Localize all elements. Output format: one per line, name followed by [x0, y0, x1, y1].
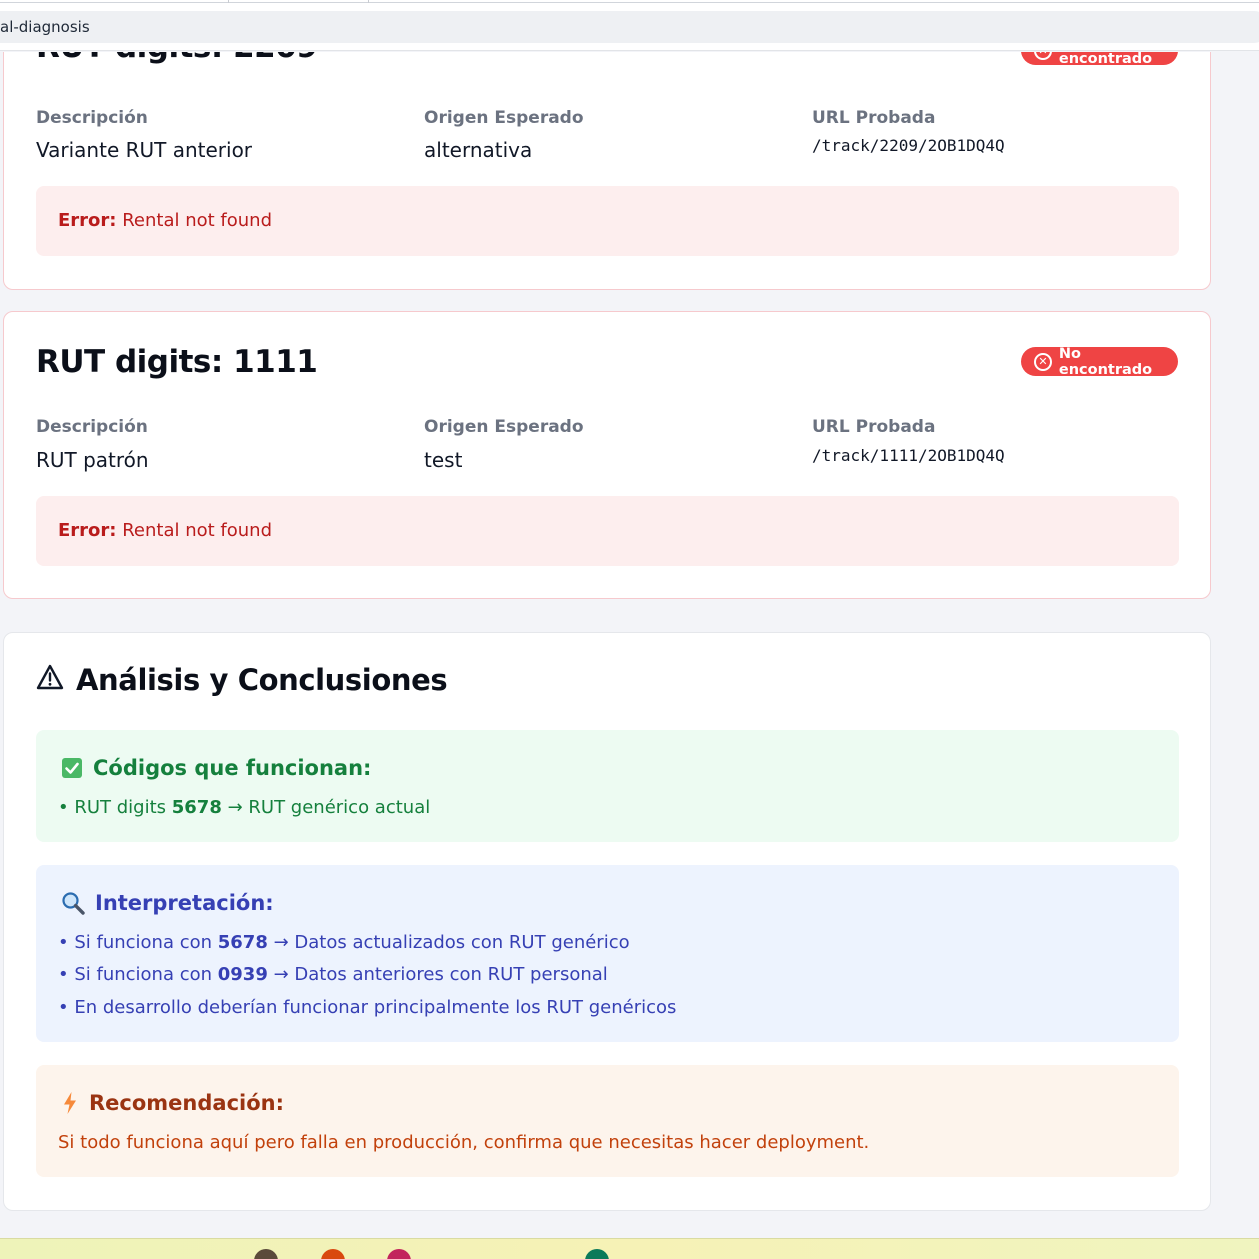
page-viewport: RUT digits: 2209 ✕ No encontrado Descrip…: [0, 52, 1259, 1238]
origin-label: Origen Esperado: [424, 108, 584, 128]
status-badge-label: No encontrado: [1058, 52, 1153, 67]
list-item-code: 5678: [171, 797, 222, 818]
url-label: URL Probada: [812, 108, 936, 128]
error-label: Error:: [58, 520, 117, 541]
recommendation-text: Si todo funciona aquí pero falla en prod…: [58, 1132, 870, 1153]
list-item: • Si funciona con 5678 → Datos actualiza…: [58, 932, 630, 953]
working-codes-title: Códigos que funcionan:: [61, 756, 371, 780]
status-badge: ✕ No encontrado: [1021, 345, 1178, 378]
description-value: RUT patrón: [36, 448, 149, 472]
list-item-suffix: → RUT genérico actual: [221, 797, 431, 818]
card-title: RUT digits: 1111: [36, 344, 318, 380]
list-item-code: 5678: [217, 932, 268, 953]
list-item-prefix: • Si funciona con: [58, 932, 218, 953]
error-text: Rental not found: [116, 520, 273, 541]
origin-value: test: [424, 448, 463, 472]
list-item-prefix: • En desarrollo deberían funcionar princ…: [58, 997, 677, 1018]
status-badge: ✕ No encontrado: [1021, 52, 1178, 67]
analysis-card: Análisis y Conclusiones Códigos que func…: [3, 632, 1211, 1211]
list-item-suffix: → Datos anteriores con RUT personal: [267, 964, 608, 985]
error-box: Error: Rental not found: [36, 186, 1179, 256]
error-box: Error: Rental not found: [36, 496, 1179, 566]
test-card: RUT digits: 1111 ✕ No encontrado Descrip…: [3, 311, 1211, 599]
browser-address-bar: al-diagnosis: [0, 3, 1259, 51]
test-card: RUT digits: 2209 ✕ No encontrado Descrip…: [3, 52, 1211, 290]
taskbar-app-icon[interactable]: [321, 1249, 345, 1259]
url-value: /track/2209/2OB1DQ4Q: [812, 136, 1005, 155]
recommendation-title: Recomendación:: [61, 1091, 284, 1115]
working-codes-panel: Códigos que funcionan: • RUT digits 5678…: [36, 730, 1179, 842]
recommendation-title-text: Recomendación:: [89, 1091, 284, 1115]
url-label: URL Probada: [812, 417, 936, 437]
error-text: Rental not found: [116, 210, 273, 231]
analysis-title: Análisis y Conclusiones: [36, 663, 448, 697]
list-item: • RUT digits 5678 → RUT genérico actual: [58, 797, 430, 818]
list-item: • Si funciona con 0939 → Datos anteriore…: [58, 964, 608, 985]
interpretation-title: Interpretación:: [61, 891, 274, 915]
list-item-prefix: • Si funciona con: [58, 964, 218, 985]
taskbar-app-icon[interactable]: [254, 1249, 278, 1259]
taskbar: [0, 1238, 1259, 1259]
lightning-icon: [61, 1091, 79, 1115]
list-item-prefix: • RUT digits: [58, 797, 172, 818]
warning-icon: [36, 663, 64, 697]
description-label: Descripción: [36, 108, 148, 128]
magnifier-icon: [61, 891, 85, 915]
url-value: /track/1111/2OB1DQ4Q: [812, 446, 1005, 465]
circle-x-icon: ✕: [1034, 352, 1052, 371]
analysis-title-text: Análisis y Conclusiones: [76, 663, 448, 697]
status-badge-label: No encontrado: [1058, 345, 1153, 378]
taskbar-app-icon[interactable]: [585, 1249, 609, 1259]
error-label: Error:: [58, 210, 117, 231]
origin-value: alternativa: [424, 138, 533, 162]
list-item-suffix: → Datos actualizados con RUT genérico: [267, 932, 630, 953]
url-field[interactable]: al-diagnosis: [0, 11, 1259, 43]
interpretation-panel: Interpretación: • Si funciona con 5678 →…: [36, 865, 1179, 1042]
list-item: • En desarrollo deberían funcionar princ…: [58, 997, 676, 1018]
card-title: RUT digits: 2209: [36, 52, 318, 65]
recommendation-panel: Recomendación: Si todo funciona aquí per…: [36, 1065, 1179, 1177]
taskbar-app-icon[interactable]: [387, 1249, 411, 1259]
interpretation-title-text: Interpretación:: [95, 891, 274, 915]
origin-label: Origen Esperado: [424, 417, 584, 437]
description-label: Descripción: [36, 417, 148, 437]
circle-x-icon: ✕: [1034, 52, 1052, 60]
working-codes-title-text: Códigos que funcionan:: [93, 756, 372, 780]
list-item-code: 0939: [217, 964, 268, 985]
description-value: Variante RUT anterior: [36, 138, 253, 162]
checkbox-check-icon: [61, 757, 83, 779]
